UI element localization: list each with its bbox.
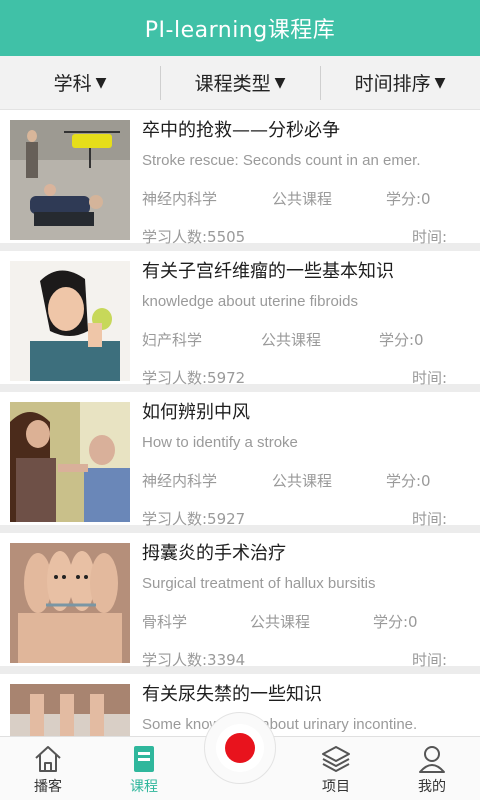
course-time: 时间: bbox=[412, 651, 448, 669]
course-card[interactable]: 卒中的抢救——分秒必争 Stroke rescue: Seconds count… bbox=[0, 110, 480, 251]
course-title: 有关子宫纤维瘤的一些基本知识 bbox=[142, 261, 394, 282]
tab-podcast[interactable]: 播客 bbox=[0, 737, 96, 800]
course-thumbnail bbox=[10, 120, 130, 240]
tab-projects[interactable]: 项目 bbox=[288, 737, 384, 800]
course-card[interactable]: 拇囊炎的手术治疗 Surgical treatment of hallux bu… bbox=[0, 533, 480, 674]
course-credits: 学分:0 bbox=[386, 472, 431, 490]
course-credits: 学分:0 bbox=[373, 613, 418, 631]
course-type: 公共课程 bbox=[250, 613, 311, 631]
course-subtitle: Stroke rescue: Seconds count in an emer. bbox=[142, 152, 421, 169]
course-department: 神经内科学 bbox=[142, 472, 218, 490]
course-learners: 学习人数:5972 bbox=[142, 369, 246, 387]
course-subtitle: Some knowledge about urinary incontine. bbox=[142, 716, 418, 733]
course-time: 时间: bbox=[412, 369, 448, 387]
course-thumbnail bbox=[10, 684, 130, 736]
filter-course-type-dropdown[interactable]: 课程类型 ▼ bbox=[160, 56, 320, 109]
tab-profile-label: 我的 bbox=[418, 779, 446, 795]
course-subtitle: Surgical treatment of hallux bursitis bbox=[142, 575, 376, 592]
course-credits: 学分:0 bbox=[386, 190, 431, 208]
course-icon bbox=[134, 746, 154, 772]
course-subtitle: How to identify a stroke bbox=[142, 434, 298, 451]
filter-subject-dropdown[interactable]: 学科 ▼ bbox=[0, 56, 160, 109]
app-header: PI-learning课程库 bbox=[0, 0, 480, 56]
course-card[interactable]: 有关子宫纤维瘤的一些基本知识 knowledge about uterine f… bbox=[0, 251, 480, 392]
course-type: 公共课程 bbox=[272, 190, 333, 208]
course-learners: 学习人数:5927 bbox=[142, 510, 246, 528]
course-learners: 学习人数:5505 bbox=[142, 228, 246, 246]
tab-profile[interactable]: 我的 bbox=[384, 737, 480, 800]
tab-podcast-label: 播客 bbox=[34, 779, 62, 795]
record-icon bbox=[225, 733, 255, 763]
page-title: PI-learning课程库 bbox=[144, 18, 336, 43]
home-icon bbox=[35, 746, 61, 772]
filter-course-type-label: 课程类型 bbox=[194, 73, 271, 95]
course-title: 如何辨别中风 bbox=[142, 402, 250, 423]
tab-courses-label: 课程 bbox=[130, 779, 158, 795]
record-button[interactable] bbox=[204, 712, 276, 784]
course-type: 公共课程 bbox=[261, 331, 322, 349]
layers-icon bbox=[322, 746, 350, 772]
course-time: 时间: bbox=[412, 228, 448, 246]
course-department: 骨科学 bbox=[142, 613, 188, 631]
course-thumbnail bbox=[10, 543, 130, 663]
course-title: 拇囊炎的手术治疗 bbox=[142, 543, 286, 564]
filter-subject-label: 学科 bbox=[53, 73, 92, 95]
record-button-inner bbox=[216, 724, 264, 772]
course-learners: 学习人数:3394 bbox=[142, 651, 246, 669]
course-thumbnail bbox=[10, 402, 130, 522]
tab-projects-label: 项目 bbox=[322, 779, 350, 795]
course-title: 卒中的抢救——分秒必争 bbox=[142, 120, 340, 141]
course-type: 公共课程 bbox=[272, 472, 333, 490]
dropdown-arrow-icon: ▼ bbox=[274, 74, 286, 91]
course-subtitle: knowledge about uterine fibroids bbox=[142, 293, 358, 310]
dropdown-arrow-icon: ▼ bbox=[434, 74, 446, 91]
course-card[interactable]: 如何辨别中风 How to identify a stroke 神经内科学 公共… bbox=[0, 392, 480, 533]
tab-courses[interactable]: 课程 bbox=[96, 737, 192, 800]
filter-time-sort-dropdown[interactable]: 时间排序 ▼ bbox=[320, 56, 480, 109]
course-time: 时间: bbox=[412, 510, 448, 528]
filter-time-sort-label: 时间排序 bbox=[354, 73, 431, 95]
course-department: 妇产科学 bbox=[142, 331, 203, 349]
course-thumbnail bbox=[10, 261, 130, 381]
course-credits: 学分:0 bbox=[379, 331, 424, 349]
profile-icon bbox=[419, 746, 445, 773]
course-department: 神经内科学 bbox=[142, 190, 218, 208]
dropdown-arrow-icon: ▼ bbox=[95, 74, 107, 91]
filter-bar: 学科 ▼ 课程类型 ▼ 时间排序 ▼ bbox=[0, 56, 480, 110]
course-list[interactable]: 卒中的抢救——分秒必争 Stroke rescue: Seconds count… bbox=[0, 110, 480, 736]
course-title: 有关尿失禁的一些知识 bbox=[142, 684, 322, 705]
